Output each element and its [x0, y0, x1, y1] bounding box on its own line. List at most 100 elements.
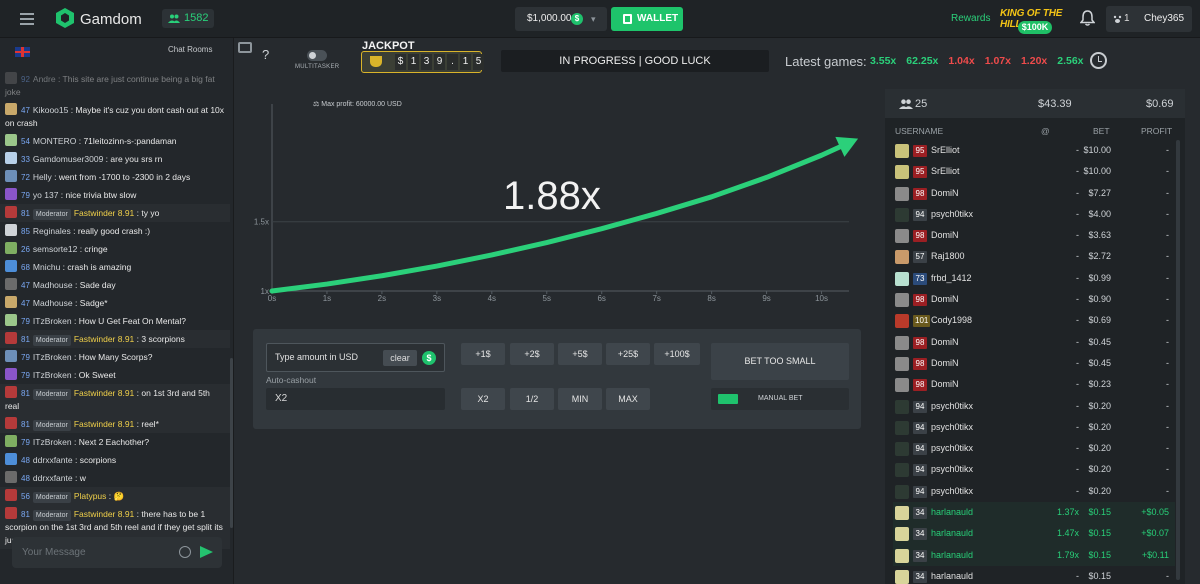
avatar[interactable] [895, 250, 909, 265]
chat-username[interactable]: ITzBroken [33, 370, 72, 380]
chat-username[interactable]: ddrxxfante [33, 455, 73, 465]
chat-username[interactable]: MONTERO [33, 136, 76, 146]
avatar[interactable] [5, 417, 17, 429]
latest-game-result[interactable]: 3.55x [870, 55, 896, 67]
quick-bet-button[interactable]: +25$ [606, 343, 650, 365]
avatar[interactable] [895, 442, 909, 457]
player-username[interactable]: DomiN [931, 183, 959, 204]
avatar[interactable] [5, 453, 17, 465]
manual-bet-switch[interactable] [718, 394, 738, 404]
avatar[interactable] [5, 103, 17, 115]
avatar[interactable] [895, 463, 909, 478]
chat-username[interactable]: yo 137 [33, 190, 59, 200]
avatar[interactable] [5, 72, 17, 84]
quick-modifier-button[interactable]: MIN [558, 388, 602, 410]
chat-username[interactable]: semsorte12 [33, 244, 77, 254]
player-username[interactable]: Raj1800 [931, 246, 965, 267]
chat-username[interactable]: Fastwinder 8.91 [74, 509, 134, 519]
avatar[interactable] [5, 188, 17, 200]
avatar[interactable] [895, 356, 909, 371]
chat-username[interactable]: Madhouse [33, 280, 73, 290]
avatar[interactable] [5, 278, 17, 290]
help-icon[interactable]: ? [262, 47, 269, 62]
chat-toggle-icon[interactable] [238, 42, 252, 53]
avatar[interactable] [5, 260, 17, 272]
quick-modifier-button[interactable]: MAX [606, 388, 650, 410]
quick-modifier-button[interactable]: 1/2 [510, 388, 554, 410]
bet-button[interactable]: BET TOO SMALL [711, 343, 849, 380]
chat-username[interactable]: Gamdomuser3009 [33, 154, 103, 164]
avatar[interactable] [895, 399, 909, 414]
avatar[interactable] [5, 350, 17, 362]
clear-button[interactable]: clear [383, 350, 417, 366]
player-username[interactable]: psych0tikx [931, 396, 973, 417]
auto-cashout-input[interactable]: X2 [266, 388, 445, 410]
king-of-the-hill-banner[interactable]: KING OF THE HILL $100K [1000, 4, 1072, 36]
manual-bet-toggle[interactable]: MANUAL BET [711, 388, 849, 410]
avatar[interactable] [895, 271, 909, 286]
chat-username[interactable]: Reginales [33, 226, 71, 236]
chat-username[interactable]: ddrxxfante [33, 473, 73, 483]
latest-game-result[interactable]: 1.07x [985, 55, 1011, 67]
chat-username[interactable]: ITzBroken [33, 352, 72, 362]
rewards-link[interactable]: Rewards [951, 13, 990, 24]
player-username[interactable]: DomiN [931, 353, 959, 374]
avatar[interactable] [5, 224, 17, 236]
bell-icon[interactable] [1080, 10, 1095, 26]
avatar[interactable] [895, 186, 909, 201]
avatar[interactable] [5, 507, 17, 519]
avatar[interactable] [5, 134, 17, 146]
player-username[interactable]: Cody1998 [931, 310, 972, 331]
avatar[interactable] [895, 378, 909, 393]
chat-username[interactable]: Helly [33, 172, 52, 182]
player-username[interactable]: DomiN [931, 225, 959, 246]
avatar[interactable] [895, 165, 909, 180]
quick-bet-button[interactable]: +100$ [654, 343, 700, 365]
avatar[interactable] [895, 229, 909, 244]
player-username[interactable]: psych0tikx [931, 459, 973, 480]
avatar[interactable] [5, 471, 17, 483]
chat-username[interactable]: Platypus [74, 491, 107, 501]
player-username[interactable]: DomiN [931, 289, 959, 310]
chat-username[interactable]: ITzBroken [33, 316, 72, 326]
quick-bet-button[interactable]: +2$ [510, 343, 554, 365]
latest-game-result[interactable]: 2.56x [1057, 55, 1083, 67]
chat-username[interactable]: Fastwinder 8.91 [74, 388, 134, 398]
player-username[interactable]: frbd_1412 [931, 268, 972, 289]
player-username[interactable]: harlanauld [931, 545, 973, 566]
avatar[interactable] [5, 206, 17, 218]
wallet-button[interactable]: WALLET [611, 7, 683, 31]
player-username[interactable]: harlanauld [931, 566, 973, 584]
player-username[interactable]: psych0tikx [931, 417, 973, 438]
chat-username[interactable]: Mnichu [33, 262, 60, 272]
avatar[interactable] [895, 484, 909, 499]
chat-username[interactable]: Andre [33, 74, 56, 84]
quick-modifier-button[interactable]: X2 [461, 388, 505, 410]
avatar[interactable] [895, 548, 909, 563]
jackpot-counter[interactable]: $1 3 9. 1 5 [361, 51, 484, 73]
player-username[interactable]: psych0tikx [931, 204, 973, 225]
avatar[interactable] [895, 506, 909, 521]
quick-bet-button[interactable]: +1$ [461, 343, 505, 365]
avatar[interactable] [895, 335, 909, 350]
avatar[interactable] [895, 527, 909, 542]
brand-name[interactable]: Gamdom [80, 11, 142, 28]
latest-game-result[interactable]: 1.20x [1021, 55, 1047, 67]
avatar[interactable] [5, 332, 17, 344]
multitasker-toggle[interactable] [307, 50, 327, 61]
avatar[interactable] [895, 420, 909, 435]
user-menu[interactable]: 1 Chey365 [1106, 6, 1192, 32]
chat-username[interactable]: ITzBroken [33, 437, 72, 447]
avatar[interactable] [895, 293, 909, 308]
chat-message-input[interactable] [22, 545, 172, 560]
avatar[interactable] [5, 242, 17, 254]
bet-amount-field[interactable]: Type amount in USD clear $ [266, 343, 445, 372]
gamdom-logo-icon[interactable] [56, 8, 74, 28]
avatar[interactable] [5, 489, 17, 501]
avatar[interactable] [5, 170, 17, 182]
chat-username[interactable]: Madhouse [33, 298, 73, 308]
menu-icon[interactable] [20, 13, 34, 25]
players-scrollbar[interactable] [1176, 140, 1180, 580]
latest-game-result[interactable]: 62.25x [906, 55, 938, 67]
avatar[interactable] [895, 207, 909, 222]
